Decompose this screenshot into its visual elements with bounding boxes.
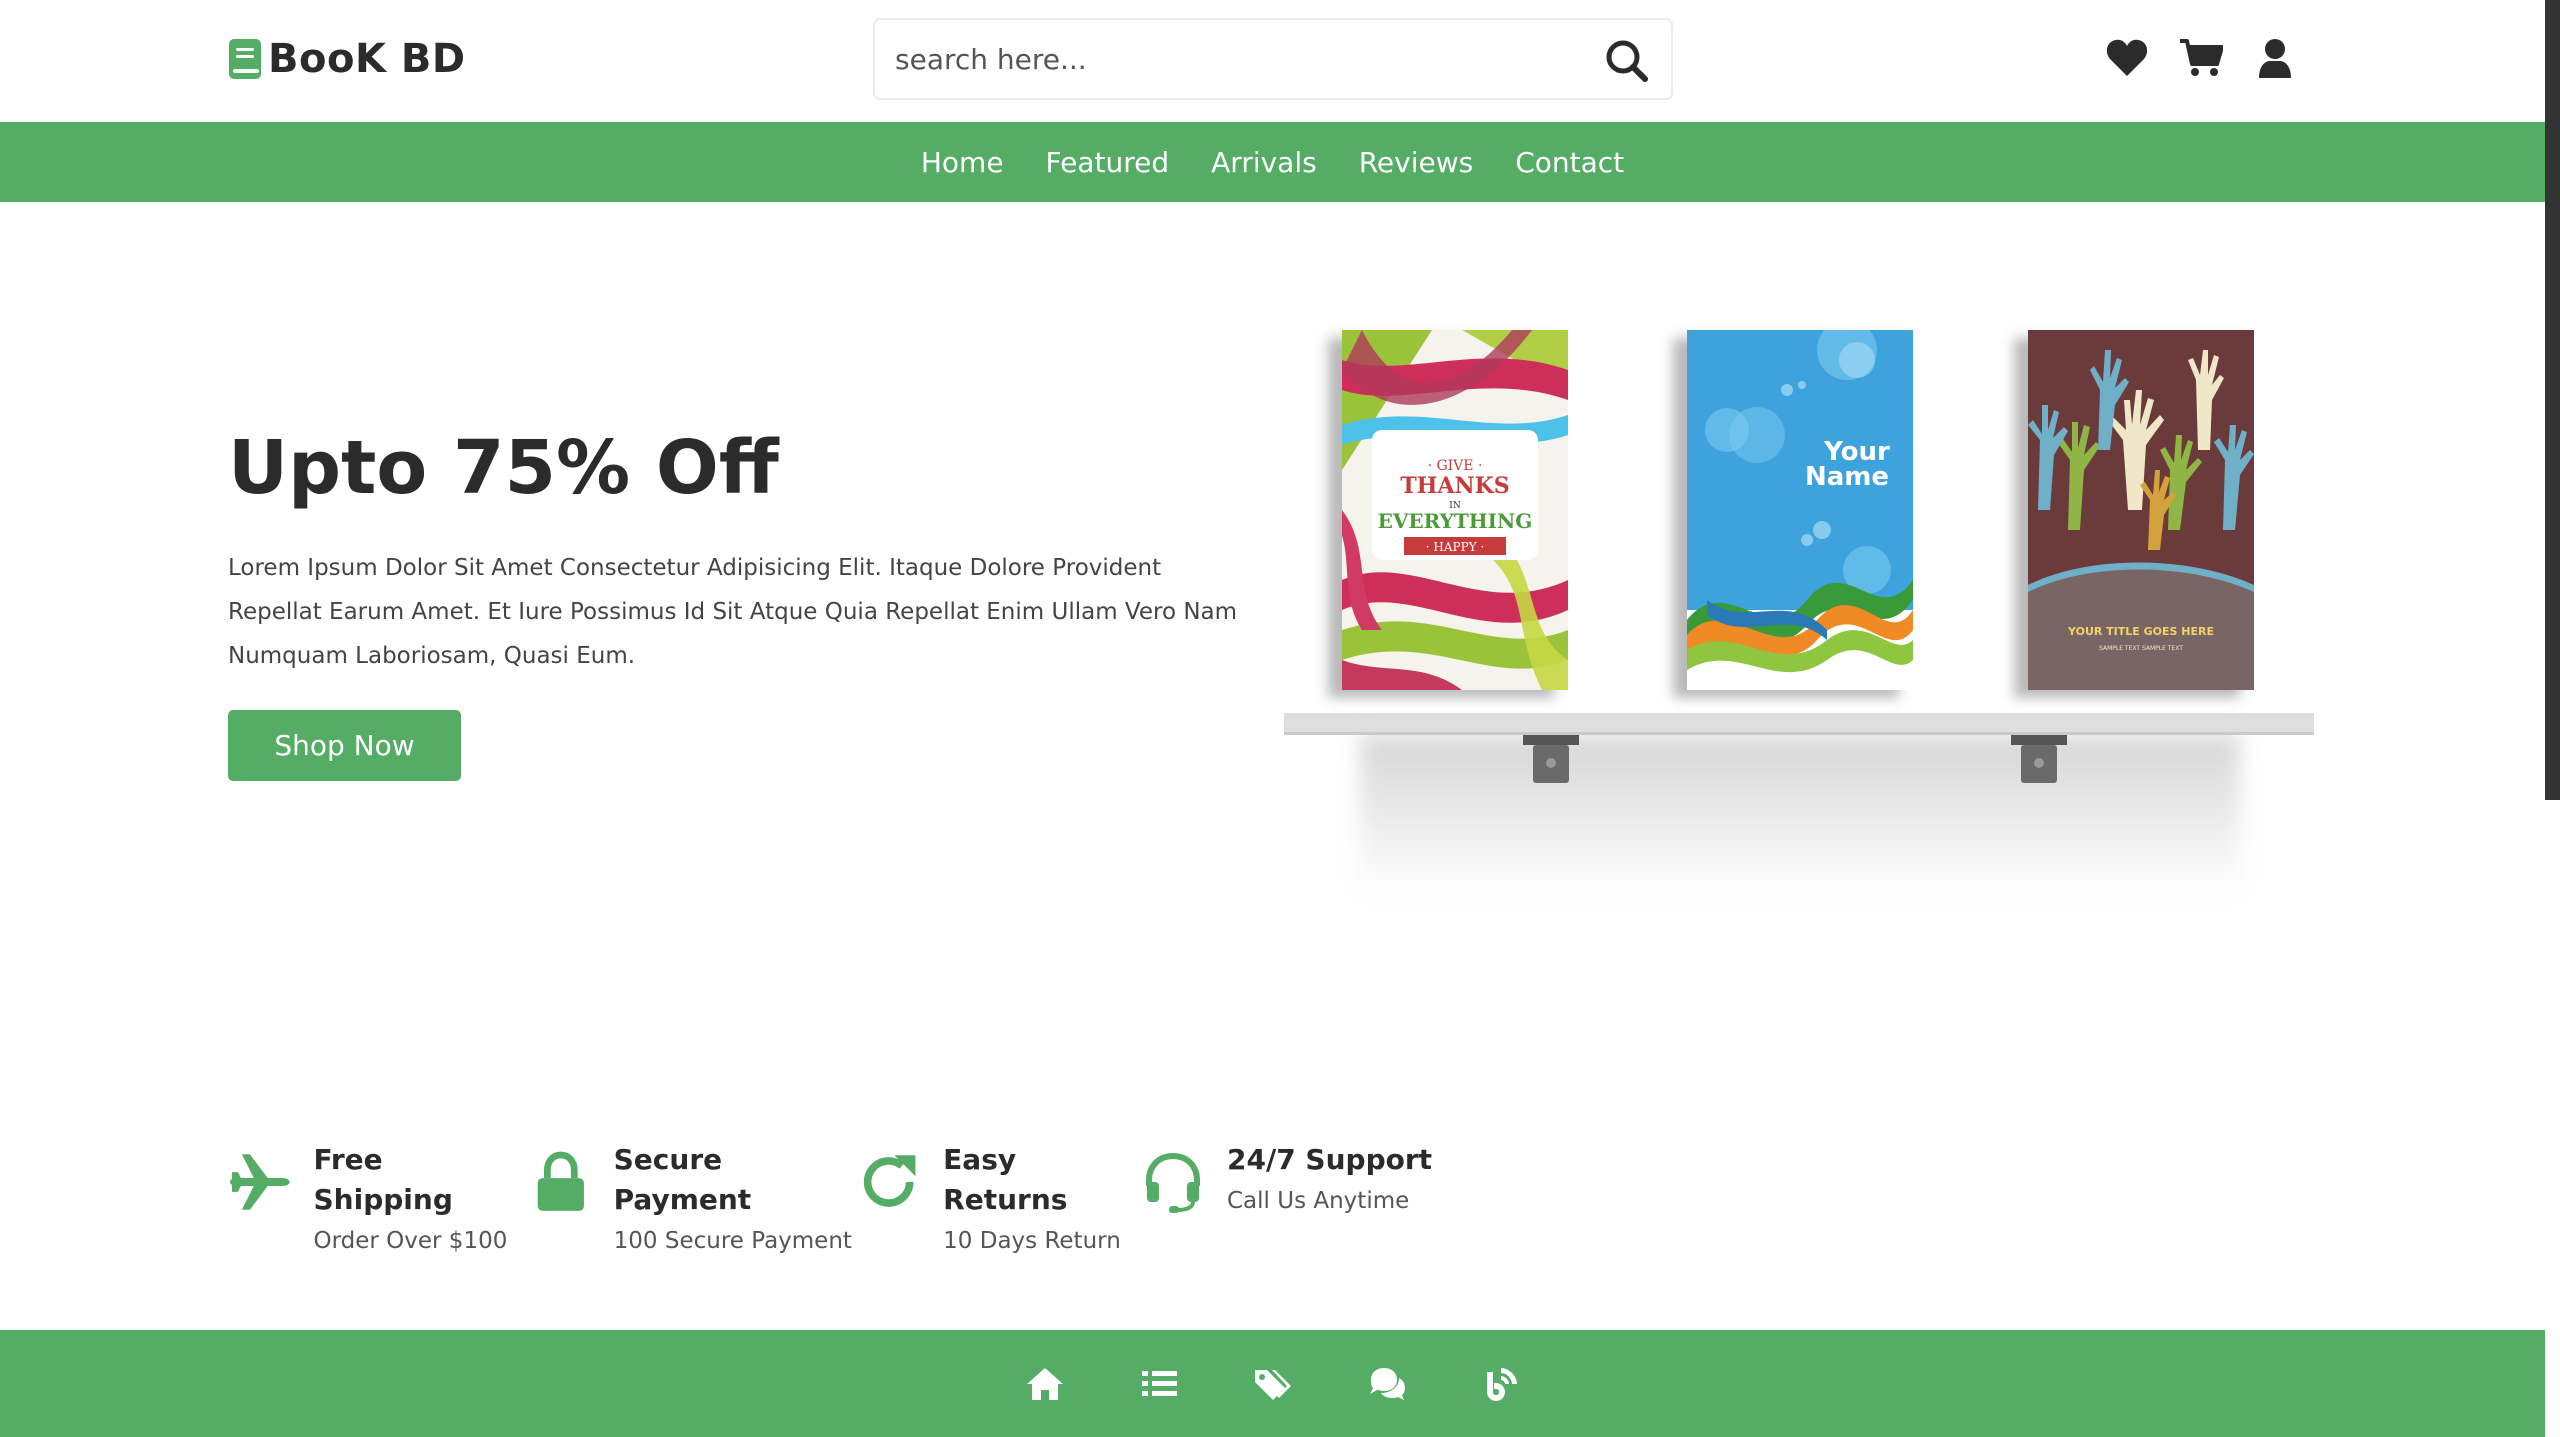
svg-text:Name: Name <box>1805 462 1889 492</box>
feature-subtitle: 10 Days Return <box>943 1228 1121 1254</box>
feature-subtitle: Order Over $100 <box>313 1228 508 1254</box>
svg-text:EVERYTHING: EVERYTHING <box>1378 509 1533 533</box>
shop-now-button[interactable]: Shop Now <box>228 710 461 781</box>
feature-title: Secure Payment <box>613 1143 752 1216</box>
lock-icon <box>537 1151 584 1211</box>
list-icon[interactable] <box>1139 1364 1179 1404</box>
book-cover-your-name[interactable]: Your Name <box>1687 330 1913 690</box>
plane-icon <box>229 1154 290 1210</box>
features-row: Free Shipping Order Over $100 Secure Pay… <box>228 1140 1441 1254</box>
redo-icon <box>863 1155 916 1207</box>
search-bar <box>873 18 1673 100</box>
header-actions <box>2105 38 2297 78</box>
blog-icon[interactable] <box>1481 1364 1521 1404</box>
svg-text:SAMPLE TEXT SAMPLE TEXT: SAMPLE TEXT SAMPLE TEXT <box>2099 645 2183 652</box>
svg-text:· GIVE ·: · GIVE · <box>1428 458 1483 474</box>
svg-text:YOUR TITLE GOES HERE: YOUR TITLE GOES HERE <box>2067 625 2214 638</box>
tags-icon[interactable] <box>1253 1364 1293 1404</box>
hero-description: Lorem Ipsum Dolor Sit Amet Consectetur A… <box>228 555 1238 669</box>
hero-title: Upto 75% Off <box>228 425 779 511</box>
nav-featured[interactable]: Featured <box>1046 146 1170 179</box>
feature-title: 24/7 Support <box>1227 1143 1433 1176</box>
main-nav: Home Featured Arrivals Reviews Contact <box>0 122 2545 202</box>
shelf-bracket <box>1523 735 1579 783</box>
feature-secure-payment: Secure Payment 100 Secure Payment <box>530 1140 860 1254</box>
bottom-nav <box>0 1330 2545 1437</box>
svg-text:THANKS: THANKS <box>1400 473 1509 499</box>
heart-icon[interactable] <box>2105 38 2149 78</box>
search-input[interactable] <box>875 42 1555 76</box>
headset-icon <box>1146 1152 1200 1213</box>
feature-subtitle: 100 Secure Payment <box>613 1228 852 1254</box>
feature-title: Easy Returns <box>943 1143 1068 1216</box>
scrollbar-track[interactable] <box>2545 0 2560 1437</box>
feature-support: 24/7 Support Call Us Anytime <box>1141 1140 1441 1254</box>
book-cover-your-title[interactable]: YOUR TITLE GOES HERE SAMPLE TEXT SAMPLE … <box>2028 330 2254 690</box>
nav-home[interactable]: Home <box>921 146 1004 179</box>
nav-reviews[interactable]: Reviews <box>1359 146 1474 179</box>
home-icon[interactable] <box>1025 1364 1065 1404</box>
scrollbar-thumb[interactable] <box>2545 0 2560 800</box>
user-icon[interactable] <box>2253 38 2297 78</box>
book-cover-give-thanks[interactable]: · GIVE · THANKS IN EVERYTHING · HAPPY · <box>1342 330 1568 690</box>
feature-title: Free Shipping <box>313 1143 453 1216</box>
brand-name: BooK BD <box>268 36 466 82</box>
comments-icon[interactable] <box>1367 1364 1407 1404</box>
feature-free-shipping: Free Shipping Order Over $100 <box>228 1140 530 1254</box>
search-icon[interactable] <box>1605 39 1649 83</box>
nav-arrivals[interactable]: Arrivals <box>1211 146 1317 179</box>
header: BooK BD <box>0 0 2545 122</box>
logo[interactable]: BooK BD <box>228 36 466 82</box>
book-shelf <box>1284 713 2314 735</box>
shelf-bracket <box>2011 735 2067 783</box>
book-icon <box>229 39 261 79</box>
feature-easy-returns: Easy Returns 10 Days Return <box>860 1140 1141 1254</box>
shelf-shadow <box>1360 735 2240 895</box>
nav-contact[interactable]: Contact <box>1515 146 1624 179</box>
svg-text:· HAPPY ·: · HAPPY · <box>1426 540 1484 554</box>
cart-icon[interactable] <box>2179 38 2223 78</box>
feature-subtitle: Call Us Anytime <box>1227 1188 1410 1214</box>
